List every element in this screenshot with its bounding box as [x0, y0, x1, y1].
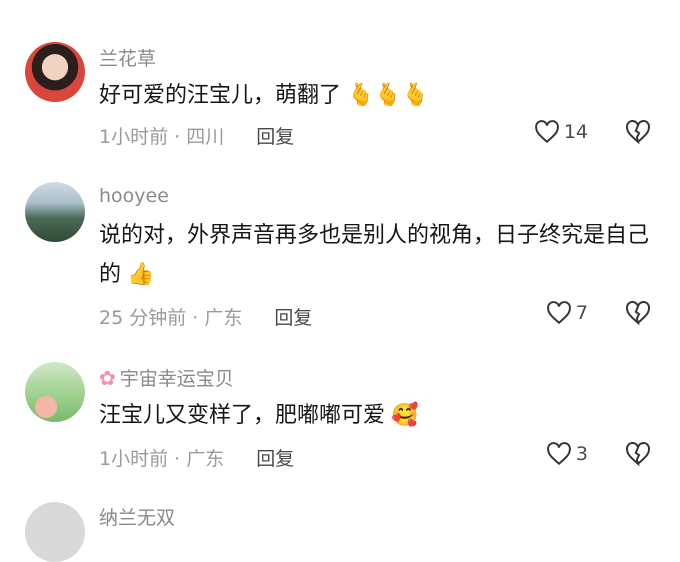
broken-heart-icon	[626, 442, 650, 467]
comment-text: 汪宝儿又变样了，肥嘟嘟可爱 🥰	[99, 396, 659, 435]
flower-icon: ✿	[99, 366, 116, 390]
like-count: 7	[575, 302, 588, 324]
username[interactable]: ✿ 宇宙幸运宝贝	[99, 364, 234, 391]
reply-button[interactable]: 回复	[274, 307, 312, 329]
broken-heart-icon	[626, 301, 650, 326]
like-count: 3	[575, 443, 588, 465]
location: 广东	[186, 448, 225, 470]
emoji: 👍	[127, 262, 155, 287]
comment-meta: 1小时前 · 四川 回复	[99, 122, 294, 149]
dislike-button[interactable]	[624, 120, 652, 148]
like-button[interactable]: 14	[534, 120, 588, 144]
reply-button[interactable]: 回复	[256, 448, 294, 470]
separator: ·	[168, 126, 187, 148]
username[interactable]: 兰花草	[99, 44, 156, 71]
avatar[interactable]	[25, 42, 85, 102]
comment-text: 说的对，外界声音再多也是别人的视角，日子终究是自己的 👍	[99, 216, 659, 294]
timestamp: 1小时前	[99, 126, 169, 148]
heart-icon	[547, 442, 571, 466]
comment-body: 好可爱的汪宝儿，萌翻了	[99, 83, 342, 108]
dislike-button[interactable]	[624, 442, 652, 470]
emoji: 🫰🫰🫰	[347, 83, 430, 108]
avatar[interactable]	[25, 182, 85, 242]
comment-text: 好可爱的汪宝儿，萌翻了 🫰🫰🫰	[99, 76, 659, 115]
dislike-button[interactable]	[624, 301, 652, 329]
avatar[interactable]	[25, 362, 85, 422]
comment-meta: 25 分钟前 · 广东 回复	[99, 303, 312, 330]
username-text: 宇宙幸运宝贝	[119, 368, 234, 390]
comment-body: 汪宝儿又变样了，肥嘟嘟可爱	[99, 403, 386, 428]
avatar[interactable]	[25, 502, 85, 562]
separator: ·	[186, 307, 205, 329]
separator: ·	[168, 448, 187, 470]
comment-body: 说的对，外界声音再多也是别人的视角，日子终究是自己的	[99, 223, 650, 287]
username[interactable]: hooyee	[99, 185, 169, 207]
like-count: 14	[563, 121, 588, 143]
heart-icon	[534, 120, 559, 144]
broken-heart-icon	[626, 120, 650, 145]
like-button[interactable]: 7	[546, 301, 588, 325]
timestamp: 1小时前	[99, 448, 169, 470]
reply-button[interactable]: 回复	[256, 126, 294, 148]
timestamp: 25 分钟前	[99, 307, 187, 329]
location: 四川	[186, 126, 225, 148]
comment-meta: 1小时前 · 广东 回复	[99, 444, 294, 471]
location: 广东	[204, 307, 243, 329]
heart-icon	[547, 301, 571, 325]
emoji: 🥰	[391, 403, 419, 428]
like-button[interactable]: 3	[546, 442, 588, 466]
